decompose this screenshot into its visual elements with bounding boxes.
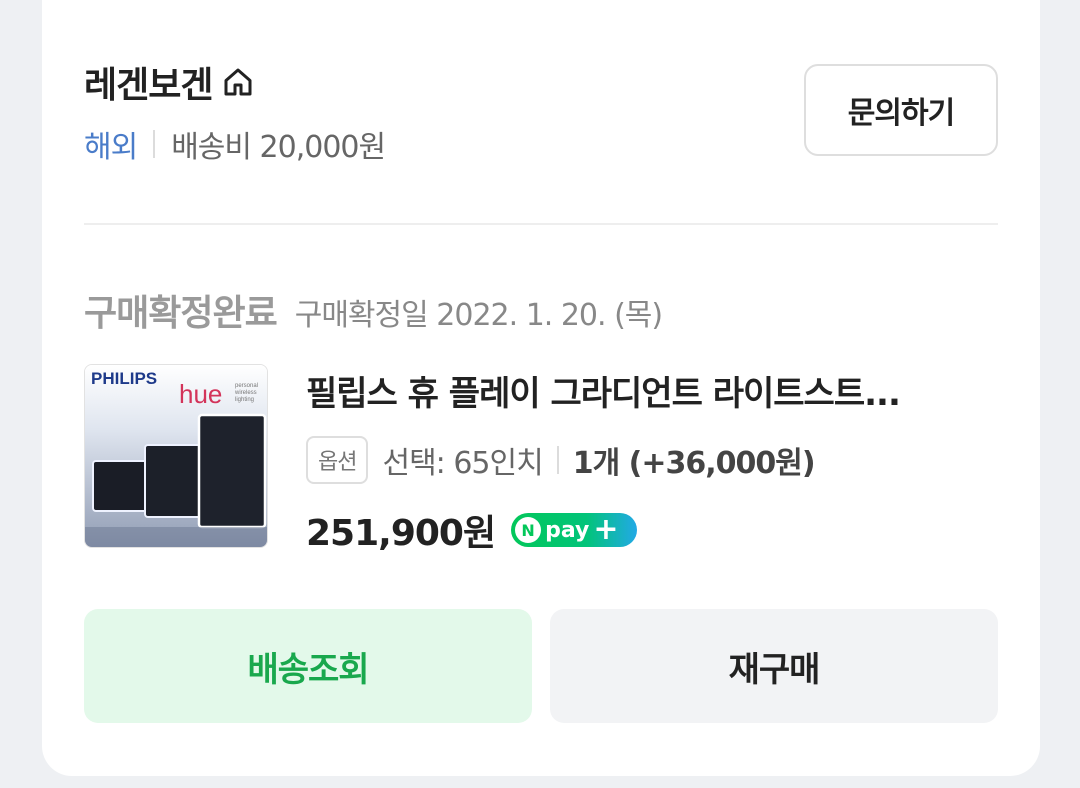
- product-image: PHILIPS hue personal wireless lighting: [85, 365, 267, 547]
- section-divider: [84, 223, 998, 225]
- store-info: 해외 배송비 20,000원: [84, 122, 386, 166]
- option-tag: 옵션: [306, 436, 369, 484]
- thumbnail-tagline-3: lighting: [235, 397, 254, 403]
- confirm-date: 구매확정일 2022. 1. 20. (목): [294, 298, 663, 333]
- product-price: 251,900원: [306, 513, 496, 554]
- thumbnail-sub-brand: hue: [179, 379, 222, 409]
- order-status-row: 구매확정완료 구매확정일 2022. 1. 20. (목): [84, 284, 663, 336]
- inquiry-button[interactable]: 문의하기: [804, 64, 998, 156]
- thumbnail-tagline-1: personal: [235, 383, 258, 389]
- divider: [153, 130, 156, 158]
- thumbnail-tagline-2: wireless: [234, 390, 257, 396]
- price-row: 251,900원 N pay +: [306, 504, 638, 556]
- store-header[interactable]: 레겐보겐: [84, 56, 256, 108]
- store-name[interactable]: 레겐보겐: [84, 56, 213, 108]
- thumbnail-brand: PHILIPS: [91, 369, 157, 388]
- option-row: 옵션 선택: 65인치 1개 (+36,000원): [306, 436, 816, 484]
- npay-plus-badge: N pay +: [511, 512, 638, 547]
- product-thumbnail[interactable]: PHILIPS hue personal wireless lighting: [84, 364, 268, 548]
- rebuy-button[interactable]: 재구매: [550, 609, 998, 723]
- quantity: 1개 (+36,000원): [572, 446, 816, 481]
- track-delivery-button[interactable]: 배송조회: [84, 609, 532, 723]
- home-icon: [224, 68, 252, 96]
- plus-icon: +: [593, 512, 619, 547]
- divider: [556, 446, 559, 474]
- product-name[interactable]: 필립스 휴 플레이 그라디언트 라이트스트...: [306, 366, 986, 415]
- npay-n-icon: N: [515, 517, 542, 543]
- npay-label: pay: [545, 517, 590, 543]
- order-status: 구매확정완료: [84, 293, 278, 334]
- region-label: 해외: [84, 130, 138, 165]
- shipping-fee: 배송비 20,000원: [171, 130, 386, 165]
- option-value: 선택: 65인치: [382, 446, 543, 481]
